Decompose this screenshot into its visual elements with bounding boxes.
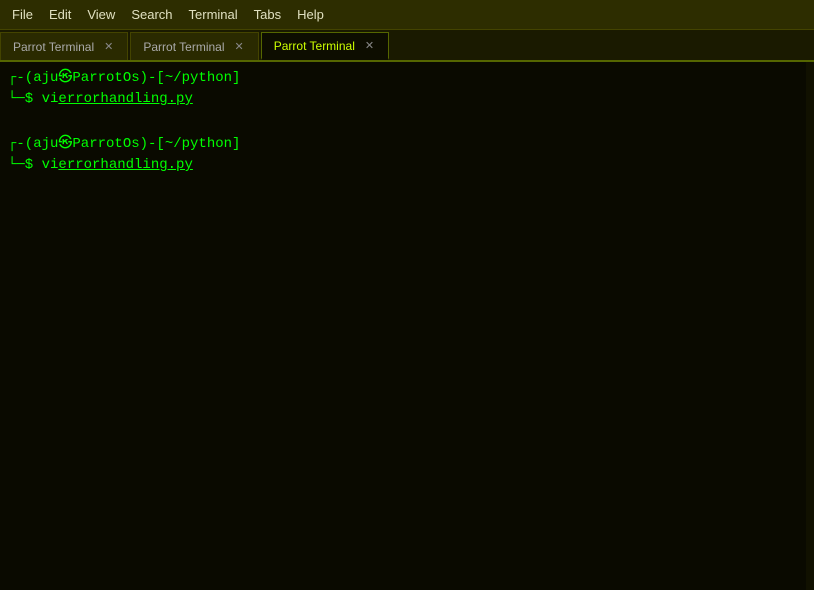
tab-2-label: Parrot Terminal [143,40,224,54]
tab-3-label: Parrot Terminal [274,39,355,53]
prompt-block-1: ┌-(aju㉿ParrotOs)-[~/python]└─$ vi errorh… [8,68,806,110]
tab-3-close[interactable]: ✕ [363,39,376,52]
menu-help[interactable]: Help [289,3,332,26]
tab-2-close[interactable]: ✕ [233,40,246,53]
tab-1[interactable]: Parrot Terminal ✕ [0,32,128,60]
tab-1-close[interactable]: ✕ [102,40,115,53]
prompt-bottom-line-1: └─$ vi errorhandling.py [8,89,806,110]
menubar: File Edit View Search Terminal Tabs Help [0,0,814,30]
menu-tabs[interactable]: Tabs [246,3,289,26]
menu-file[interactable]: File [4,3,41,26]
terminal-area[interactable]: ┌-(aju㉿ParrotOs)-[~/python]└─$ vi errorh… [0,62,814,590]
prompt-bottom-line-2: └─$ vi errorhandling.py [8,155,806,176]
menu-view[interactable]: View [79,3,123,26]
tab-2[interactable]: Parrot Terminal ✕ [130,32,258,60]
prompt-block-2: ┌-(aju㉿ParrotOs)-[~/python]└─$ vi errorh… [8,134,806,176]
tab-1-label: Parrot Terminal [13,40,94,54]
scrollbar[interactable] [806,62,814,590]
prompt-top-line-2: ┌-(aju㉿ParrotOs)-[~/python] [8,134,806,155]
menu-edit[interactable]: Edit [41,3,79,26]
menu-terminal[interactable]: Terminal [181,3,246,26]
prompt-top-line-1: ┌-(aju㉿ParrotOs)-[~/python] [8,68,806,89]
tab-3[interactable]: Parrot Terminal ✕ [261,32,389,60]
tabbar: Parrot Terminal ✕ Parrot Terminal ✕ Parr… [0,30,814,62]
menu-search[interactable]: Search [123,3,180,26]
